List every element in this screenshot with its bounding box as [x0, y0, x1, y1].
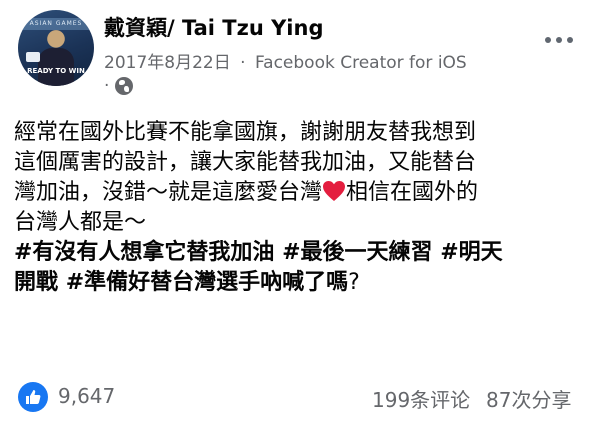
post-meta: 2017年8月22日 · Facebook Creator for iOS: [104, 48, 467, 73]
more-dot: [556, 37, 562, 43]
post-header: ASIAN GAMES READY TO WIN 戴資穎/ Tai Tzu Yi…: [0, 0, 599, 100]
post-line: 灣加油，沒錯～就是這麼愛台灣 相信在國外的: [14, 178, 592, 208]
hashtag-link[interactable]: #有沒有人想拿它替我加油: [14, 240, 274, 265]
post-line: 這個厲害的設計，讓大家能替我加油，又能替台: [14, 150, 477, 175]
more-dot: [545, 37, 551, 43]
like-count[interactable]: 9,647: [58, 384, 115, 408]
author-name[interactable]: 戴資穎/ Tai Tzu Ying: [104, 12, 323, 42]
post-date[interactable]: 2017年8月22日: [104, 53, 231, 73]
post-text-segment: 相信在國外的: [346, 180, 479, 205]
trailing-punctuation: ?: [348, 270, 360, 295]
globe-icon[interactable]: [115, 77, 134, 95]
hashtag-link[interactable]: #明天: [440, 240, 502, 265]
post-footer: 9,647 199条评论 87次分享: [0, 380, 599, 414]
like-thumb-icon[interactable]: [18, 382, 48, 412]
hashtag-line: 開戰 #準備好替台灣選手吶喊了嗎?: [14, 268, 592, 298]
share-count[interactable]: 87次分享: [486, 384, 571, 413]
avatar-brand: ASIAN GAMES: [29, 20, 83, 27]
privacy-separator: ·: [104, 76, 110, 96]
post-source: Facebook Creator for iOS: [254, 53, 467, 73]
hashtag-link[interactable]: 開戰: [14, 270, 58, 295]
avatar-medal: [26, 52, 40, 62]
post-text-segment: 灣加油，沒錯～就是這麼愛台灣: [14, 180, 323, 205]
post-line: 經常在國外比賽不能拿國旗，謝謝朋友替我想到: [14, 120, 477, 145]
post-privacy: ·: [104, 76, 134, 96]
comment-count[interactable]: 199条评论: [372, 384, 470, 413]
avatar[interactable]: ASIAN GAMES READY TO WIN: [18, 10, 94, 86]
hashtag-link[interactable]: #準備好替台灣選手吶喊了嗎: [66, 270, 348, 295]
meta-separator: ·: [240, 53, 246, 73]
avatar-caption: READY TO WIN: [27, 67, 85, 75]
hashtag-link[interactable]: #最後一天練習: [282, 240, 432, 265]
more-horizontal-icon[interactable]: [545, 34, 579, 46]
red-heart-icon: [322, 180, 346, 202]
hashtag-line: #有沒有人想拿它替我加油 #最後一天練習 #明天: [14, 238, 592, 268]
more-dot: [567, 37, 573, 43]
post-text: 經常在國外比賽不能拿國旗，謝謝朋友替我想到 這個厲害的設計，讓大家能替我加油，又…: [14, 118, 592, 298]
post-line: 台灣人都是～: [14, 210, 147, 235]
